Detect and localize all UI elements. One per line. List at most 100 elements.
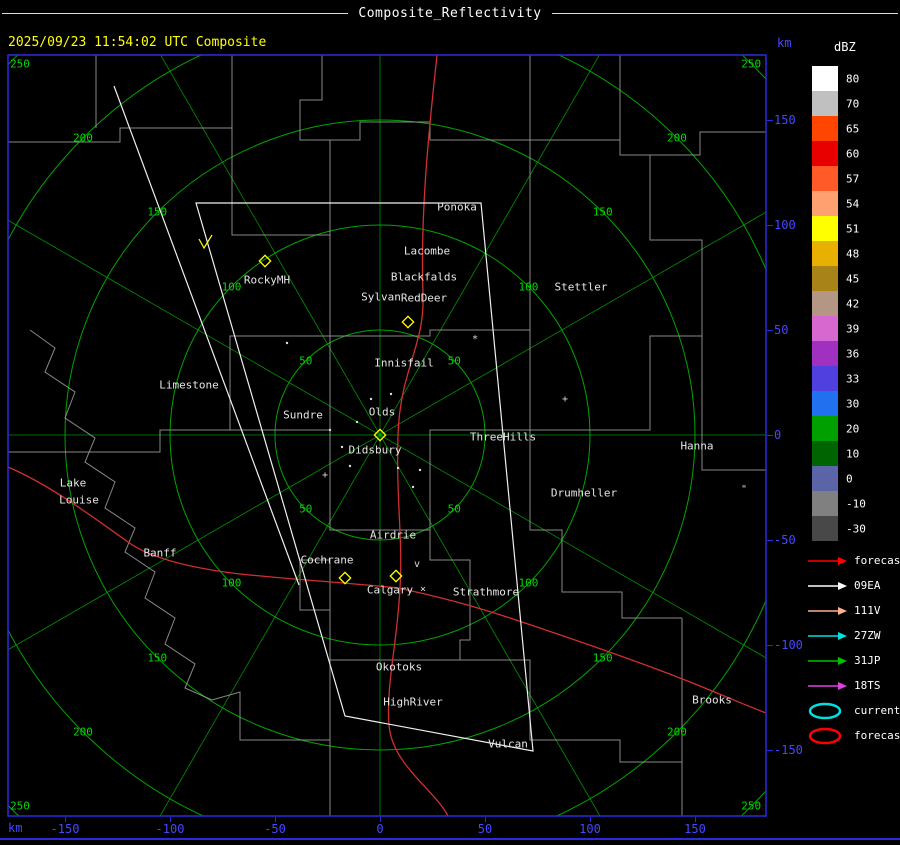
range-label-100: 100 — [518, 576, 539, 590]
y-tick — [767, 435, 773, 436]
city-label-threehills: ThreeHills — [469, 430, 537, 444]
colorbar-swatch-42 — [812, 291, 838, 316]
range-label-250: 250 — [741, 57, 762, 71]
range-label-250: 250 — [741, 799, 762, 813]
legend-row-09EA: 09EA — [806, 573, 881, 598]
spot-dot — [411, 485, 415, 489]
range-ring-250 — [8, 55, 766, 816]
colorbar-value-30: 30 — [846, 397, 860, 410]
y-tick-label: -150 — [774, 743, 803, 757]
range-label-100: 100 — [518, 280, 539, 293]
colorbar-value-51: 51 — [846, 222, 860, 235]
city-label-stettler: Stettler — [554, 280, 608, 294]
colorbar-swatch-33 — [812, 366, 838, 391]
range-label-200: 200 — [73, 725, 93, 739]
colorbar-value-42: 42 — [846, 297, 860, 310]
colorbar-swatch-30 — [812, 391, 838, 416]
bottom-rule — [0, 838, 900, 840]
range-label-150: 150 — [147, 651, 168, 665]
y-tick — [767, 750, 773, 751]
y-tick — [767, 120, 773, 121]
city-label-strathmore: Strathmore — [452, 585, 520, 599]
colorbar-value-65: 65 — [846, 122, 860, 135]
spot-dot — [328, 428, 332, 432]
colorbar-value-70: 70 — [846, 97, 860, 110]
radar-window: Composite_Reflectivity 2025/09/23 11:54:… — [0, 0, 900, 841]
arrow-icon — [808, 656, 847, 665]
city-label-rockymh: RockyMH — [243, 273, 291, 287]
window-title: Composite_Reflectivity — [358, 5, 542, 21]
spot-quote: " — [741, 484, 747, 495]
y-tick — [767, 330, 773, 331]
legend-label: 111V — [854, 604, 881, 617]
colorbar-value-80: 80 — [846, 72, 860, 85]
colorbar-value-36: 36 — [846, 347, 860, 360]
city-label-vulcan: Vulcan — [488, 737, 528, 751]
y-tick — [767, 225, 773, 226]
markers-layer: + + * v × " — [198, 234, 747, 595]
ellipse-icon — [808, 702, 842, 719]
colorbar-swatch--10 — [812, 491, 838, 516]
title-rule-right — [551, 12, 898, 14]
city-label-highriver: HighRiver — [383, 695, 443, 709]
range-label-200: 200 — [667, 131, 687, 145]
range-label-150: 150 — [592, 205, 613, 219]
city-label-drumheller: Drumheller — [550, 486, 618, 500]
colorbar-value--30: -30 — [846, 522, 866, 535]
range-label-150: 150 — [147, 205, 168, 219]
city-label-innisfail: Innisfail — [374, 356, 434, 370]
colorbar-value-39: 39 — [846, 322, 860, 335]
range-label-200: 200 — [667, 725, 687, 739]
timestamp: 2025/09/23 11:54:02 UTC Composite — [8, 35, 267, 50]
range-label-150: 150 — [592, 651, 613, 665]
range-label-100: 100 — [221, 280, 242, 293]
colorbar-swatch-48 — [812, 241, 838, 266]
city-label-limestone: Limestone — [159, 378, 219, 392]
spot-dot — [389, 392, 393, 396]
colorbar-value-57: 57 — [846, 172, 860, 185]
arrow-icon — [808, 631, 847, 640]
colorbar-value-10: 10 — [846, 447, 860, 460]
city-label-brooks: Brooks — [692, 693, 732, 707]
colorbar-value-20: 20 — [846, 422, 860, 435]
city-label-olds: Olds — [368, 405, 396, 419]
colorbar-swatch-10 — [812, 441, 838, 466]
x-tick-label: -100 — [155, 822, 185, 836]
colorbar-swatch-51 — [812, 216, 838, 241]
arrow-icon — [808, 556, 847, 565]
colorbar-value-33: 33 — [846, 372, 860, 385]
spot-dot — [396, 466, 400, 470]
city-label-didsbury: Didsbury — [348, 443, 402, 457]
legend-row-forecast-ellipse: forecast — [806, 723, 900, 748]
azimuth-line-120 — [8, 211, 766, 651]
colorbar-value-54: 54 — [846, 197, 860, 210]
city-label-banff: Banff — [143, 546, 177, 560]
legend-row-31JP: 31JP — [806, 648, 881, 673]
legend-label: 27ZW — [854, 629, 881, 642]
x-tick-label: -50 — [264, 822, 286, 836]
spot-cross: × — [420, 584, 426, 595]
colorbar-title: dBZ — [834, 40, 856, 54]
legend-label: 09EA — [854, 579, 881, 592]
range-label-200: 200 — [73, 131, 93, 145]
colorbar-swatch-45 — [812, 266, 838, 291]
y-tick-label: 50 — [774, 323, 789, 337]
legend-row-111V: 111V — [806, 598, 881, 623]
city-label-sundre: Sundre — [283, 408, 323, 422]
legend-label: forecast — [854, 554, 900, 567]
legend-row-current-ellipse: current — [806, 698, 900, 723]
legend-row-forecast: forecast — [806, 548, 900, 573]
azimuth-line-60 — [8, 219, 766, 659]
colorbar-swatch-70 — [812, 91, 838, 116]
arrow-icon — [808, 681, 847, 690]
city-label-louise: Louise — [59, 493, 99, 507]
y-tick — [767, 540, 773, 541]
legend-label: current — [854, 704, 900, 717]
spot-dot — [348, 464, 352, 468]
colorbar-swatch-54 — [812, 191, 838, 216]
x-tick-label: -150 — [50, 822, 80, 836]
colorbar-swatch-57 — [812, 166, 838, 191]
colorbar-swatch-36 — [812, 341, 838, 366]
spot-dot — [369, 397, 373, 401]
arrow-icon — [808, 581, 847, 590]
